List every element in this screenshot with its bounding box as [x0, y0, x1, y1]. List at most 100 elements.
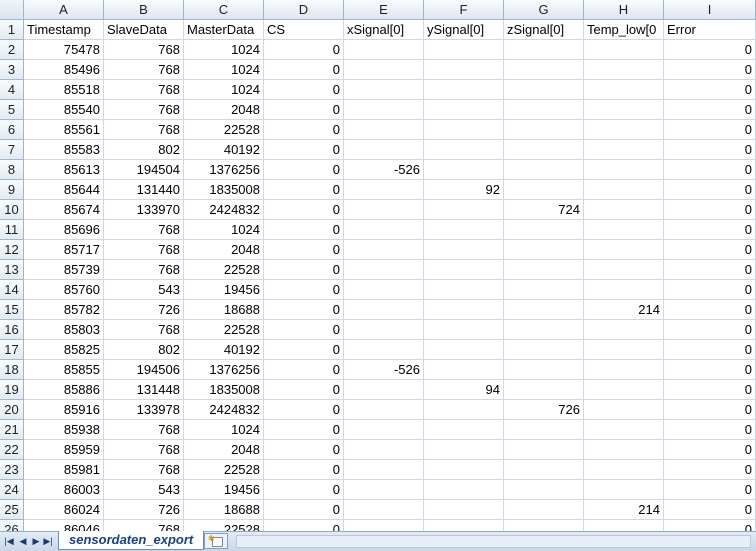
row-header[interactable]: 17 — [0, 340, 24, 360]
table-cell[interactable]: 86046 — [24, 520, 104, 531]
table-cell[interactable]: 0 — [264, 480, 344, 500]
table-cell[interactable]: 2048 — [184, 100, 264, 120]
column-header-e[interactable]: E — [344, 0, 424, 20]
table-cell[interactable] — [424, 60, 504, 80]
table-cell[interactable] — [504, 460, 584, 480]
table-cell[interactable] — [344, 40, 424, 60]
table-cell[interactable] — [344, 480, 424, 500]
table-cell[interactable]: 86003 — [24, 480, 104, 500]
table-cell[interactable]: 0 — [664, 340, 756, 360]
table-cell[interactable] — [584, 100, 664, 120]
table-cell[interactable]: 768 — [104, 260, 184, 280]
table-cell[interactable]: 0 — [264, 400, 344, 420]
table-cell[interactable] — [584, 140, 664, 160]
table-cell[interactable]: 768 — [104, 440, 184, 460]
table-cell[interactable]: 0 — [264, 360, 344, 380]
row-header[interactable]: 2 — [0, 40, 24, 60]
table-cell[interactable] — [424, 500, 504, 520]
table-cell[interactable] — [584, 240, 664, 260]
table-cell[interactable]: 0 — [664, 200, 756, 220]
table-cell[interactable] — [424, 420, 504, 440]
table-cell[interactable]: 214 — [584, 300, 664, 320]
table-cell[interactable] — [344, 440, 424, 460]
next-sheet-button[interactable]: ▶ — [30, 535, 42, 548]
table-cell[interactable]: 0 — [264, 180, 344, 200]
header-cell-e[interactable]: xSignal[0] — [344, 20, 424, 40]
column-header-g[interactable]: G — [504, 0, 584, 20]
table-cell[interactable]: 0 — [264, 240, 344, 260]
table-cell[interactable]: 85981 — [24, 460, 104, 480]
table-cell[interactable]: 85518 — [24, 80, 104, 100]
table-cell[interactable]: 0 — [264, 460, 344, 480]
table-cell[interactable]: 0 — [664, 40, 756, 60]
table-cell[interactable] — [584, 280, 664, 300]
table-cell[interactable]: 0 — [664, 60, 756, 80]
table-cell[interactable] — [424, 440, 504, 460]
table-cell[interactable] — [584, 120, 664, 140]
table-cell[interactable]: 768 — [104, 60, 184, 80]
table-cell[interactable]: 726 — [104, 500, 184, 520]
table-cell[interactable] — [504, 60, 584, 80]
table-cell[interactable]: 22528 — [184, 460, 264, 480]
table-cell[interactable]: 85739 — [24, 260, 104, 280]
table-cell[interactable]: 85674 — [24, 200, 104, 220]
last-sheet-button[interactable]: ▶| — [42, 535, 54, 548]
table-cell[interactable] — [424, 80, 504, 100]
header-cell-f[interactable]: ySignal[0] — [424, 20, 504, 40]
table-cell[interactable]: 0 — [264, 140, 344, 160]
table-cell[interactable] — [424, 160, 504, 180]
select-all-corner[interactable] — [0, 0, 24, 20]
table-cell[interactable]: 2048 — [184, 440, 264, 460]
table-cell[interactable] — [504, 420, 584, 440]
header-cell-b[interactable]: SlaveData — [104, 20, 184, 40]
header-cell-c[interactable]: MasterData — [184, 20, 264, 40]
column-header-d[interactable]: D — [264, 0, 344, 20]
table-cell[interactable]: 22528 — [184, 520, 264, 531]
table-cell[interactable]: 0 — [264, 100, 344, 120]
table-cell[interactable]: 768 — [104, 100, 184, 120]
table-cell[interactable]: 0 — [664, 360, 756, 380]
row-header[interactable]: 11 — [0, 220, 24, 240]
row-header[interactable]: 15 — [0, 300, 24, 320]
table-cell[interactable]: 85613 — [24, 160, 104, 180]
table-cell[interactable] — [504, 220, 584, 240]
table-cell[interactable] — [584, 220, 664, 240]
table-cell[interactable]: 0 — [264, 80, 344, 100]
table-cell[interactable]: -526 — [344, 160, 424, 180]
table-cell[interactable] — [584, 340, 664, 360]
table-cell[interactable] — [584, 160, 664, 180]
table-cell[interactable] — [584, 420, 664, 440]
table-cell[interactable]: 131448 — [104, 380, 184, 400]
table-cell[interactable] — [584, 380, 664, 400]
row-header[interactable]: 19 — [0, 380, 24, 400]
first-sheet-button[interactable]: |◀ — [3, 535, 15, 548]
row-header[interactable]: 20 — [0, 400, 24, 420]
table-cell[interactable]: 802 — [104, 340, 184, 360]
table-cell[interactable]: 0 — [264, 40, 344, 60]
table-cell[interactable] — [504, 280, 584, 300]
table-cell[interactable]: 1024 — [184, 40, 264, 60]
column-header-f[interactable]: F — [424, 0, 504, 20]
table-cell[interactable] — [424, 260, 504, 280]
table-cell[interactable] — [344, 240, 424, 260]
table-cell[interactable]: 768 — [104, 320, 184, 340]
table-cell[interactable]: 0 — [664, 100, 756, 120]
table-cell[interactable]: 19456 — [184, 280, 264, 300]
sheet-tab-sensordaten-export[interactable]: sensordaten_export — [58, 531, 205, 550]
table-cell[interactable] — [344, 400, 424, 420]
table-cell[interactable] — [584, 40, 664, 60]
table-cell[interactable]: 0 — [264, 280, 344, 300]
table-cell[interactable] — [344, 320, 424, 340]
table-cell[interactable]: 768 — [104, 80, 184, 100]
table-cell[interactable]: 768 — [104, 520, 184, 531]
table-cell[interactable]: 85583 — [24, 140, 104, 160]
table-cell[interactable]: 92 — [424, 180, 504, 200]
row-header[interactable]: 25 — [0, 500, 24, 520]
table-cell[interactable]: 2424832 — [184, 200, 264, 220]
table-cell[interactable]: 0 — [264, 320, 344, 340]
table-cell[interactable]: 0 — [664, 80, 756, 100]
header-cell-d[interactable]: CS — [264, 20, 344, 40]
row-header[interactable]: 5 — [0, 100, 24, 120]
table-cell[interactable]: 85540 — [24, 100, 104, 120]
table-cell[interactable]: 0 — [264, 440, 344, 460]
